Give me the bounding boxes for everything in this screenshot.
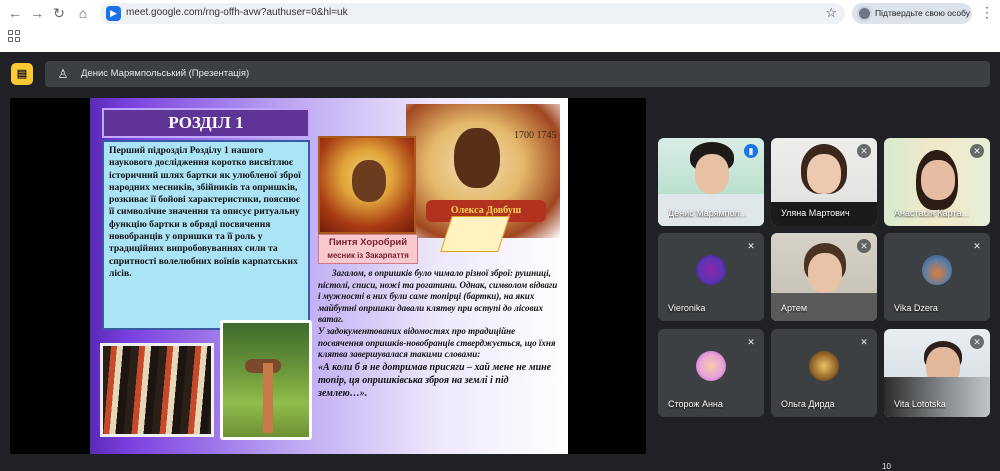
mic-off-icon: ✕ [857,335,871,349]
participant-name: Vieronika [668,303,706,313]
back-icon[interactable]: ← [6,4,24,22]
participant-tile[interactable]: ✕ Vita Lototska [884,329,990,417]
participant-tile[interactable]: ✕ Уляна Мартович [771,138,877,226]
avatar [696,351,726,381]
address-bar[interactable]: ▶ meet.google.com/rng-offh-avw?authuser=… [100,3,845,24]
presenter-avatar-icon: ♙ [57,67,69,81]
participant-name: Ольга Дирда [781,399,835,409]
participant-count-badge: 10 [882,462,891,471]
opryshky-painting-image [100,343,214,437]
site-info-icon[interactable]: ▶ [106,6,121,21]
slide-title: РОЗДІЛ 1 [102,108,310,138]
mic-off-icon: ✕ [744,239,758,253]
avatar [696,255,726,285]
browser-menu-icon[interactable]: ⋮ [980,4,994,21]
profile-avatar [857,6,872,21]
apps-grid-icon[interactable] [8,30,20,42]
participant-name: Сторож Анна [668,399,723,409]
url-text[interactable]: meet.google.com/rng-offh-avw?authuser=0&… [126,7,348,18]
participant-name: Анастасія Карта... [894,208,969,218]
presenter-bar: ♙ Денис Марямпольський (Презентація) [45,61,990,87]
participant-tile[interactable]: ✕ Анастасія Карта... [884,138,990,226]
participant-tile[interactable]: ✕ Ольга Дирда [771,329,877,417]
presenter-label: Денис Марямпольський (Презентація) [81,68,250,79]
participant-name: Денис Марямпол... [668,208,748,218]
reload-icon[interactable]: ↻ [50,4,68,22]
speaking-indicator-icon: ▮ [744,144,758,158]
avatar [922,255,952,285]
participant-name: Уляна Мартович [781,208,850,218]
profile-chip[interactable]: Підтвердьте свою особу [852,3,972,24]
participant-tile[interactable]: ✕ Артем [771,233,877,321]
participant-name: Артем [781,303,808,313]
portrait-label-name: Пинтя Хоробрий [328,237,408,248]
portrait-label: Пинтя Хоробрий месник із Закарпаття [318,234,418,264]
slide-summary-box: Перший підрозділ Розділу 1 нашого науков… [102,140,310,330]
pyntia-portrait-image [318,136,416,234]
participant-tile[interactable]: ✕ Сторож Анна [658,329,764,417]
participant-name: Vika Dzera [894,303,938,313]
participant-name: Vita Lototska [894,399,946,409]
meet-window: ▤ ♙ Денис Марямпольський (Презентація) Р… [0,52,1000,471]
mic-off-icon: ✕ [970,335,984,349]
slide-quote: «А коли б я не дотримав присяги – хай ме… [318,361,552,399]
forward-icon[interactable]: → [28,4,46,22]
bartka-axe-photo [220,320,312,440]
mic-off-icon: ✕ [970,144,984,158]
slide: РОЗДІЛ 1 Перший підрозділ Розділу 1 нашо… [90,98,568,454]
mic-off-icon: ✕ [970,239,984,253]
portrait-years: 1700 1745 [514,130,557,141]
presentation-stage: РОЗДІЛ 1 Перший підрозділ Розділу 1 нашо… [10,98,646,454]
mic-off-icon: ✕ [744,335,758,349]
bookmark-star-icon[interactable]: ☆ [825,5,837,21]
slide-body-text: Загалом, в опришків було чимало різної з… [318,268,558,400]
presentation-icon[interactable]: ▤ [11,63,33,85]
participant-tile[interactable]: ✕ Vika Dzera [884,233,990,321]
mic-off-icon: ✕ [857,144,871,158]
slide-paragraph-2: У задокументованих відомостях про традиц… [318,325,556,360]
avatar [809,351,839,381]
browser-toolbar: ← → ↻ ⌂ ▶ meet.google.com/rng-offh-avw?a… [0,0,1000,52]
mic-off-icon: ✕ [857,239,871,253]
profile-chip-label: Підтвердьте свою особу [875,8,971,18]
slide-paragraph-1: Загалом, в опришків було чимало різної з… [318,268,558,325]
paper-scroll-image [440,216,510,252]
participant-tile[interactable]: ✕ Vieronika [658,233,764,321]
home-icon[interactable]: ⌂ [74,4,92,22]
portrait-label-sub: месник із Закарпаття [327,251,409,260]
participant-tile[interactable]: ▮ Денис Марямпол... [658,138,764,226]
